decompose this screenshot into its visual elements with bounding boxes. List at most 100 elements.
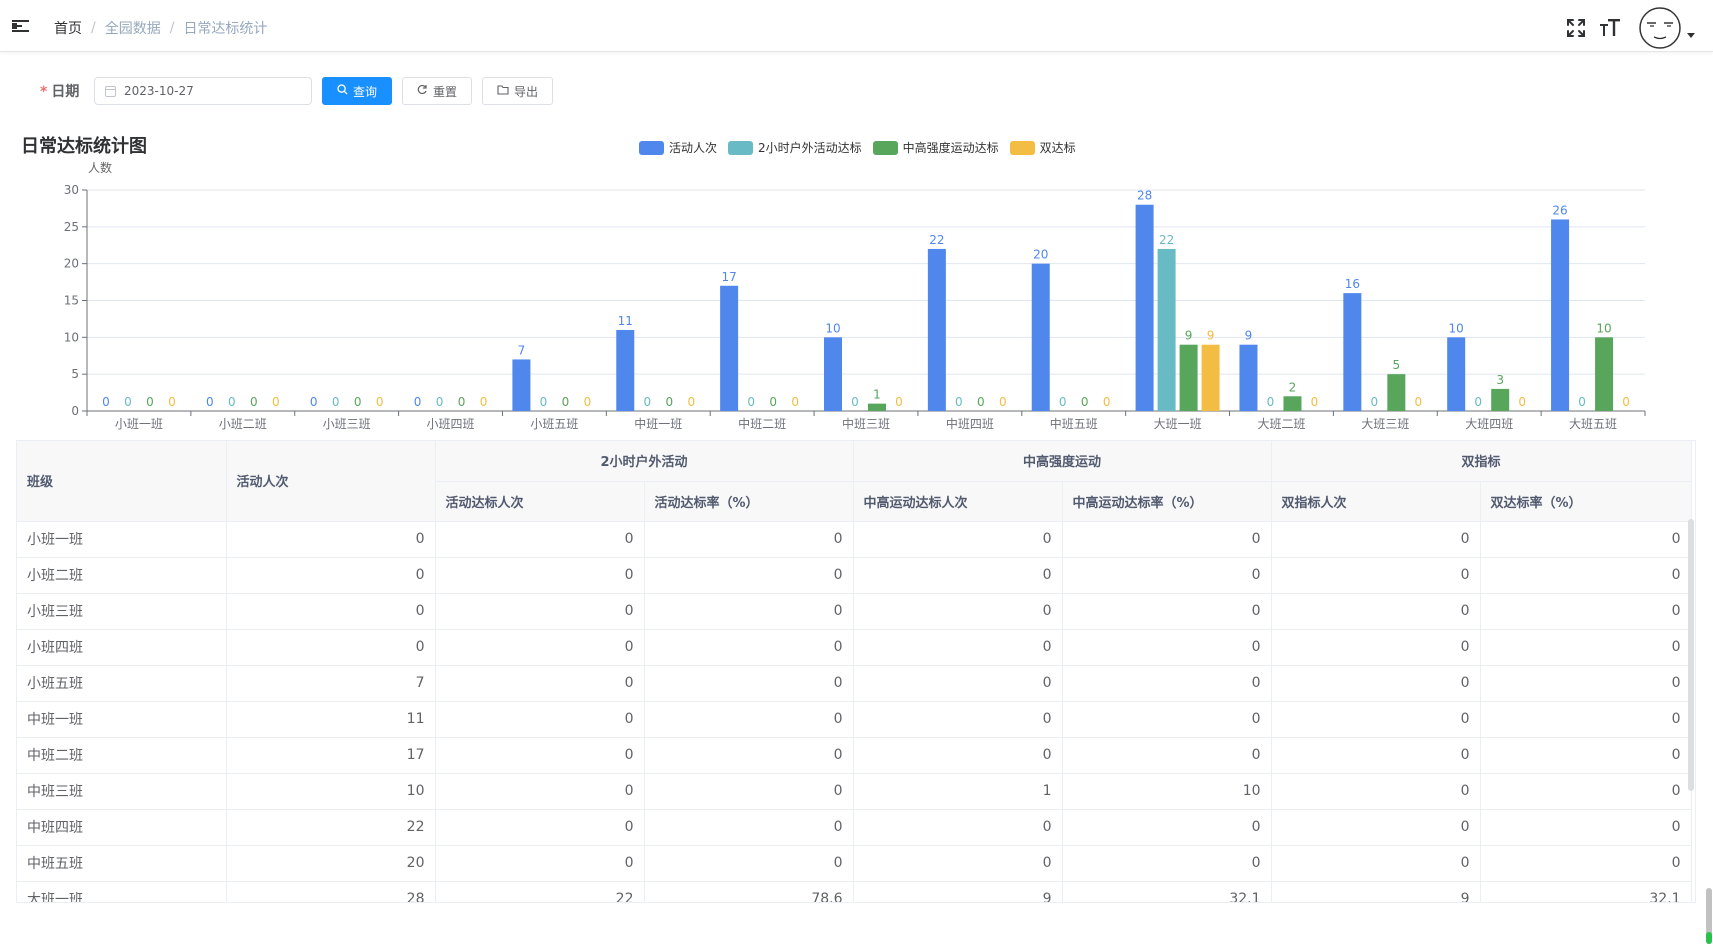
cell-value: 1	[853, 773, 1063, 810]
data-label: 0	[250, 395, 258, 409]
header-double-count: 双指标人次	[1271, 481, 1481, 522]
table-row: 小班四班 0 0 0 0 0 0 0	[17, 629, 1692, 666]
bar[interactable]	[616, 329, 635, 411]
cell-class-name: 中班四班	[17, 809, 227, 846]
data-label: 3	[1496, 373, 1504, 387]
hamburger-menu-icon[interactable]	[12, 19, 29, 34]
bar[interactable]	[824, 337, 842, 411]
bar[interactable]	[512, 359, 531, 411]
cell-value: 0	[1062, 665, 1272, 702]
bar[interactable]	[1387, 374, 1406, 411]
data-label: 0	[310, 395, 318, 409]
y-tick-label: 25	[64, 220, 79, 234]
cell-value: 0	[435, 593, 645, 630]
header-intense-rate: 中高运动达标率（%）	[1062, 481, 1272, 522]
bar[interactable]	[868, 403, 886, 411]
cell-value: 0	[1271, 521, 1481, 558]
breadcrumb-separator: /	[169, 20, 175, 36]
cell-value: 0	[853, 629, 1063, 666]
bar[interactable]	[1031, 263, 1050, 411]
data-label: 0	[1474, 395, 1482, 409]
cell-value: 0	[435, 809, 645, 846]
table-scrollbar-thumb[interactable]	[1688, 519, 1694, 791]
header-actions	[1565, 7, 1695, 49]
bar[interactable]	[927, 248, 946, 411]
x-tick-label: 小班五班	[530, 417, 578, 431]
cell-value: 10	[226, 773, 436, 810]
cell-value: 0	[226, 629, 436, 666]
cell-value: 0	[853, 737, 1063, 774]
data-label: 9	[1245, 329, 1253, 343]
cell-value: 0	[435, 521, 645, 558]
data-label: 0	[1622, 395, 1630, 409]
y-tick-label: 5	[71, 367, 79, 381]
cell-value: 0	[1480, 629, 1692, 666]
bar[interactable]	[1179, 344, 1198, 411]
cell-value: 0	[435, 665, 645, 702]
bar[interactable]	[1491, 388, 1510, 411]
breadcrumb-all-garden-data[interactable]: 全园数据	[105, 18, 161, 38]
table-body: 小班一班 0 0 0 0 0 0 0 小班二班 0 0 0 0 0 0 0 小班三班 0 0 0 0 0 0 0 小班四班 0 0 0…	[17, 521, 1692, 902]
cell-class-name: 小班三班	[17, 593, 227, 630]
cell-value: 0	[1480, 665, 1692, 702]
bar[interactable]	[1283, 396, 1302, 411]
table-row: 小班一班 0 0 0 0 0 0 0	[17, 521, 1692, 558]
bar[interactable]	[1343, 293, 1362, 411]
user-avatar[interactable]	[1639, 7, 1681, 49]
bar[interactable]	[1201, 344, 1220, 411]
cell-value: 0	[1271, 809, 1481, 846]
data-label: 0	[124, 395, 132, 409]
data-label: 0	[376, 395, 384, 409]
font-size-icon[interactable]	[1599, 17, 1621, 39]
cell-value: 0	[1480, 845, 1692, 882]
user-dropdown-caret-icon[interactable]	[1687, 32, 1695, 38]
cell-value: 0	[644, 521, 854, 558]
bar[interactable]	[1157, 248, 1176, 411]
bar[interactable]	[1135, 204, 1154, 411]
bar[interactable]	[1595, 337, 1614, 411]
cell-value: 9	[853, 881, 1063, 902]
reset-button[interactable]: 重置	[402, 77, 473, 105]
cell-class-name: 中班一班	[17, 701, 227, 738]
bar[interactable]	[1239, 344, 1258, 411]
fullscreen-icon[interactable]	[1565, 17, 1587, 39]
cell-class-name: 小班四班	[17, 629, 227, 666]
cell-value: 0	[1271, 773, 1481, 810]
page-scrollbar[interactable]	[1706, 888, 1712, 944]
data-label: 0	[1103, 395, 1111, 409]
cell-value: 0	[1480, 737, 1692, 774]
cell-class-name: 小班五班	[17, 665, 227, 702]
data-label: 0	[1267, 395, 1275, 409]
query-button[interactable]: 查询	[322, 77, 393, 105]
bar[interactable]	[1447, 337, 1466, 411]
date-picker-input[interactable]: 2023-10-27	[94, 77, 312, 105]
cell-value: 0	[1480, 593, 1692, 630]
table-scrollbar[interactable]	[1688, 519, 1695, 902]
cell-value: 0	[226, 557, 436, 594]
data-label: 0	[1371, 395, 1379, 409]
export-button[interactable]: 导出	[482, 77, 554, 105]
breadcrumb-home[interactable]: 首页	[54, 18, 82, 38]
data-label: 0	[458, 395, 466, 409]
data-label: 0	[168, 395, 176, 409]
cell-value: 0	[435, 737, 645, 774]
search-icon	[337, 84, 348, 98]
query-form: * 日期 2023-10-27 查询 重置 导出	[40, 77, 563, 105]
bar[interactable]	[1551, 219, 1570, 411]
data-label: 0	[436, 395, 444, 409]
data-label: 10	[1449, 321, 1464, 335]
data-label: 0	[747, 395, 755, 409]
cell-value: 0	[853, 809, 1063, 846]
data-label: 2	[1289, 380, 1297, 394]
data-label: 0	[1415, 395, 1423, 409]
bar[interactable]	[720, 285, 739, 411]
cell-value: 0	[644, 701, 854, 738]
cell-value: 0	[1480, 773, 1692, 810]
data-label: 10	[825, 321, 840, 335]
cell-value: 17	[226, 737, 436, 774]
data-label: 0	[272, 395, 280, 409]
breadcrumb-separator: /	[91, 20, 96, 36]
y-tick-label: 30	[64, 183, 79, 197]
cell-value: 0	[644, 809, 854, 846]
y-tick-label: 15	[64, 294, 79, 308]
